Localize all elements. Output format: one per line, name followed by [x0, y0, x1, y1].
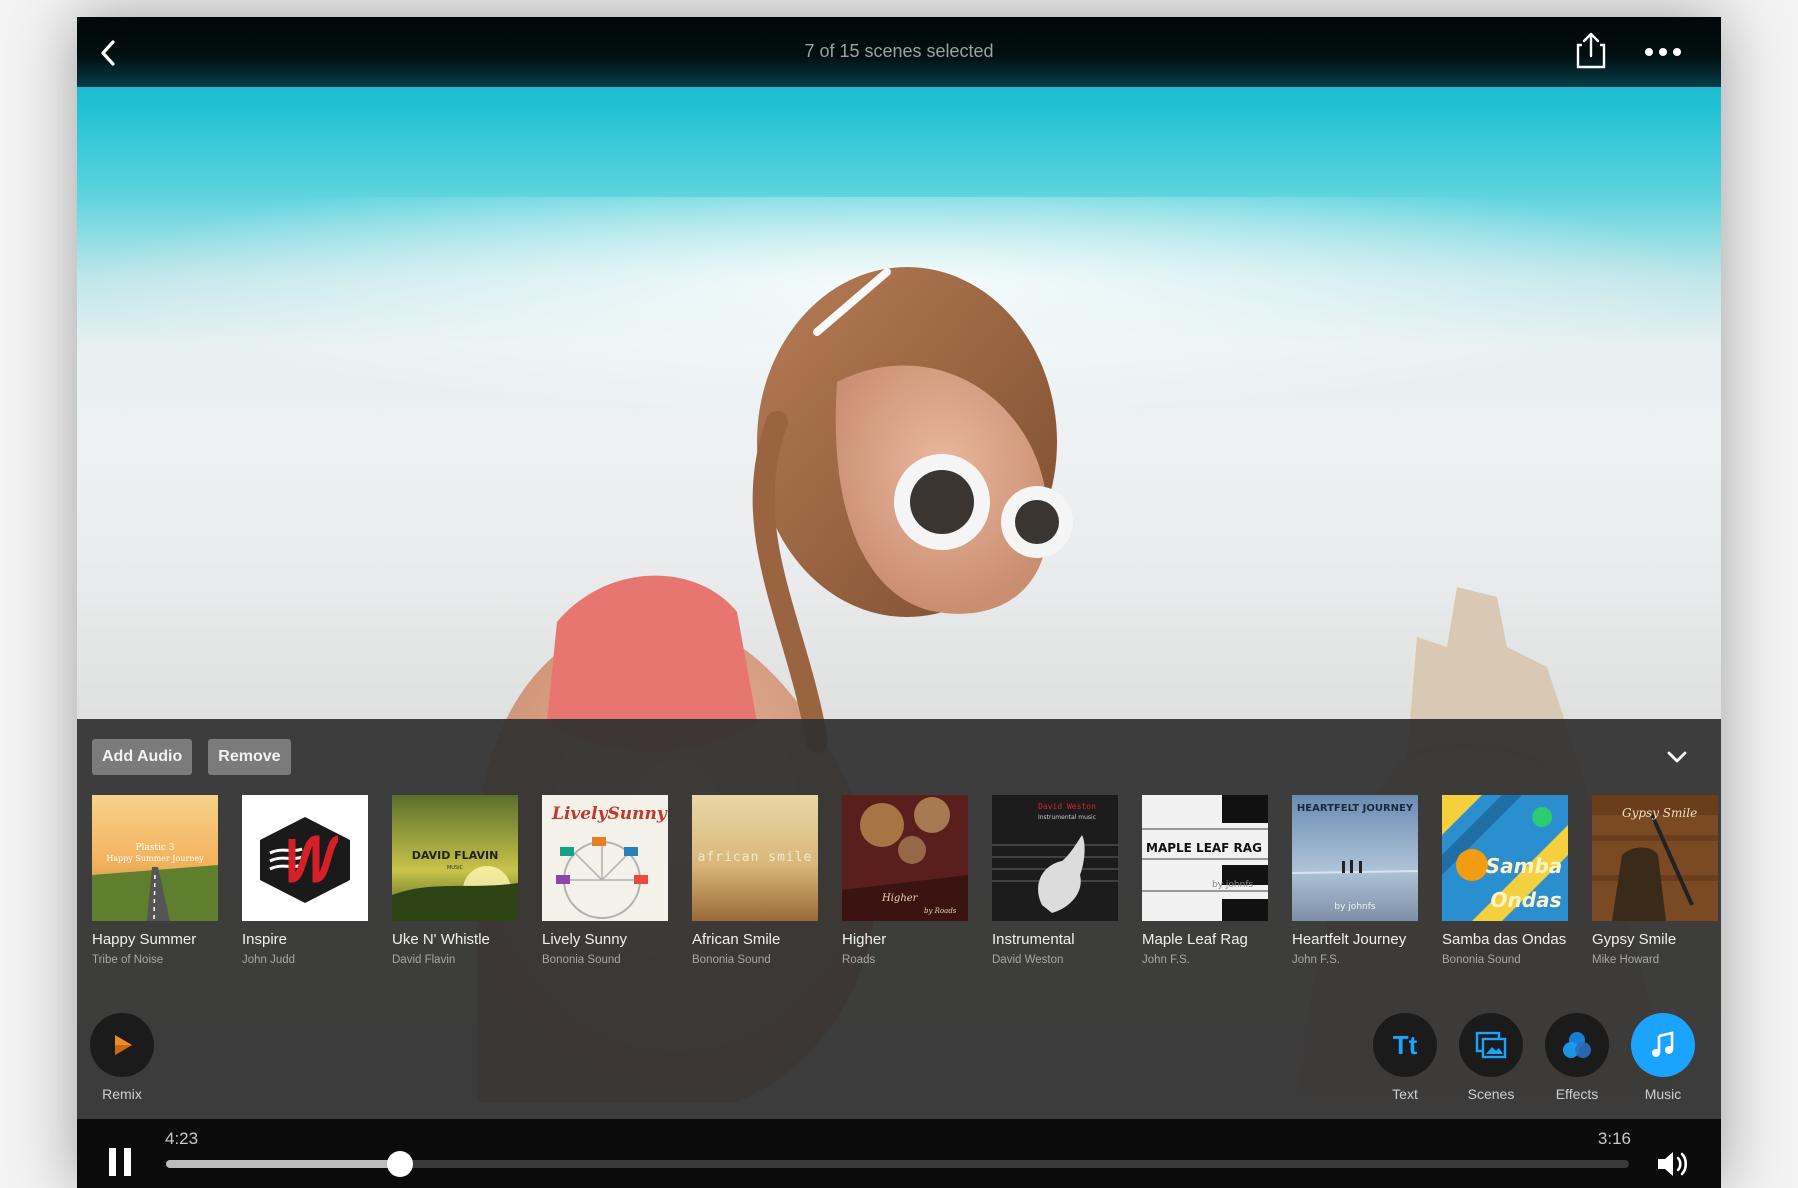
- svg-text:LivelySunny: LivelySunny: [551, 804, 668, 824]
- add-audio-button[interactable]: Add Audio: [92, 739, 193, 775]
- volume-icon[interactable]: [1655, 1149, 1691, 1179]
- audio-actions: Add Audio Remove: [92, 739, 291, 775]
- track-artist: David Weston: [992, 954, 1064, 966]
- effects-tool-button[interactable]: Effects: [1545, 1013, 1609, 1102]
- scrubber-track[interactable]: [166, 1151, 1629, 1177]
- remix-label: Remix: [102, 1086, 142, 1102]
- effects-icon: [1545, 1013, 1609, 1077]
- elapsed-time: 4:23: [165, 1129, 199, 1148]
- svg-text:Plastic 3: Plastic 3: [135, 843, 174, 853]
- svg-text:by Roads: by Roads: [924, 907, 957, 915]
- album-art: Samba Ondas: [1442, 795, 1568, 921]
- top-bar: 7 of 15 scenes selected: [77, 17, 1721, 87]
- album-art: Higher by Roads: [842, 795, 968, 921]
- text-tool-label: Text: [1392, 1086, 1418, 1102]
- track-item[interactable]: HEARTFELT JOURNEY by johnfs Heartfelt Jo…: [1292, 795, 1418, 966]
- track-title: Lively Sunny: [542, 931, 628, 948]
- track-item[interactable]: Plastic 3 Happy Summer Journey Happy Sum…: [92, 795, 218, 966]
- svg-text:by johnfs: by johnfs: [1212, 880, 1253, 890]
- app-window: 7 of 15 scenes selected Add Audio Remove: [77, 17, 1721, 1188]
- track-item[interactable]: african smile African Smile Bononia Soun…: [692, 795, 818, 966]
- album-art: Plastic 3 Happy Summer Journey: [92, 795, 218, 921]
- track-artist: Roads: [842, 954, 876, 966]
- track-artist: John F.S.: [1142, 954, 1190, 966]
- album-art: LivelySunny: [542, 795, 668, 921]
- track-item[interactable]: Samba Ondas Samba das Ondas Bononia Soun…: [1442, 795, 1568, 966]
- svg-text:by johnfs: by johnfs: [1334, 902, 1375, 912]
- share-icon[interactable]: [1571, 29, 1611, 73]
- svg-text:Instrumental music: Instrumental music: [1038, 814, 1096, 821]
- album-art: David Weston Instrumental music: [992, 795, 1118, 921]
- svg-text:MUSIC: MUSIC: [447, 865, 464, 871]
- more-options-icon[interactable]: [1641, 37, 1685, 67]
- text-tool-button[interactable]: Tt Text: [1373, 1013, 1437, 1102]
- track-item[interactable]: LivelySunny Lively Sunny Bononia Sound: [542, 795, 668, 966]
- music-tool-label: Music: [1644, 1086, 1682, 1102]
- track-title: Maple Leaf Rag: [1142, 931, 1248, 948]
- svg-text:Higher: Higher: [881, 893, 919, 904]
- scenes-icon: [1459, 1013, 1523, 1077]
- scrubber-progress: [166, 1160, 401, 1168]
- album-art: HEARTFELT JOURNEY by johnfs: [1292, 795, 1418, 921]
- svg-text:Happy Summer Journey: Happy Summer Journey: [106, 854, 204, 863]
- svg-text:Gypsy Smile: Gypsy Smile: [1622, 806, 1697, 820]
- track-title: Instrumental: [992, 931, 1075, 948]
- chevron-down-icon[interactable]: [1663, 743, 1691, 771]
- scenes-tool-button[interactable]: Scenes: [1459, 1013, 1523, 1102]
- track-title: Inspire: [242, 931, 288, 948]
- effects-tool-label: Effects: [1555, 1086, 1599, 1102]
- track-artist: Bononia Sound: [1442, 954, 1521, 966]
- svg-text:Ondas: Ondas: [1491, 888, 1562, 912]
- remix-icon: [90, 1013, 154, 1077]
- track-title: Higher: [842, 931, 887, 948]
- remix-button[interactable]: Remix: [90, 1013, 154, 1102]
- track-list: Plastic 3 Happy Summer Journey Happy Sum…: [92, 795, 1718, 966]
- remove-button[interactable]: Remove: [208, 739, 291, 775]
- track-item[interactable]: David Weston Instrumental music Instrume…: [992, 795, 1118, 966]
- track-title: Gypsy Smile: [1592, 931, 1677, 948]
- track-artist: Tribe of Noise: [92, 954, 164, 966]
- track-artist: Bononia Sound: [692, 954, 771, 966]
- track-item[interactable]: Higher by Roads Higher Roads: [842, 795, 968, 966]
- music-icon: [1631, 1013, 1695, 1077]
- svg-text:DAVID FLAVIN: DAVID FLAVIN: [412, 849, 499, 862]
- track-artist: John F.S.: [1292, 954, 1340, 966]
- track-title: Happy Summer: [92, 931, 197, 948]
- track-item[interactable]: Gypsy Smile Gypsy Smile Mike Howard: [1592, 795, 1718, 966]
- track-artist: David Flavin: [392, 954, 456, 966]
- track-artist: Mike Howard: [1592, 954, 1660, 966]
- album-art: [242, 795, 368, 921]
- track-artist: John Judd: [242, 954, 296, 966]
- remaining-time: 3:16: [1597, 1129, 1631, 1148]
- text-icon: Tt: [1373, 1013, 1437, 1077]
- svg-text:MAPLE LEAF RAG: MAPLE LEAF RAG: [1146, 841, 1262, 855]
- track-title: Samba das Ondas: [1442, 931, 1567, 948]
- track-title: Heartfelt Journey: [1292, 931, 1407, 948]
- svg-text:african smile: african smile: [698, 850, 813, 865]
- track-item[interactable]: MAPLE LEAF RAG by johnfs Maple Leaf Rag …: [1142, 795, 1268, 966]
- track-title: African Smile: [692, 931, 781, 948]
- track-item[interactable]: Inspire John Judd: [242, 795, 368, 966]
- pause-icon[interactable]: [107, 1147, 133, 1177]
- scenes-selected-title: 7 of 15 scenes selected: [804, 41, 994, 61]
- album-art: MAPLE LEAF RAG by johnfs: [1142, 795, 1268, 921]
- svg-text:Samba: Samba: [1486, 854, 1563, 878]
- svg-text:David Weston: David Weston: [1038, 802, 1096, 811]
- track-title: Uke N' Whistle: [392, 931, 490, 948]
- album-art: african smile: [692, 795, 818, 921]
- music-panel: Add Audio Remove Plastic 3 Happy Summer …: [77, 719, 1721, 1119]
- music-tool-button[interactable]: Music: [1631, 1013, 1695, 1102]
- scrubber-thumb[interactable]: [387, 1151, 414, 1177]
- scenes-tool-label: Scenes: [1467, 1086, 1515, 1102]
- playback-bar: 4:23 3:16: [77, 1119, 1721, 1188]
- svg-text:HEARTFELT JOURNEY: HEARTFELT JOURNEY: [1297, 803, 1414, 814]
- album-art: Gypsy Smile: [1592, 795, 1718, 921]
- album-art: DAVID FLAVIN MUSIC: [392, 795, 518, 921]
- track-artist: Bononia Sound: [542, 954, 621, 966]
- track-item[interactable]: DAVID FLAVIN MUSIC Uke N' Whistle David …: [392, 795, 518, 966]
